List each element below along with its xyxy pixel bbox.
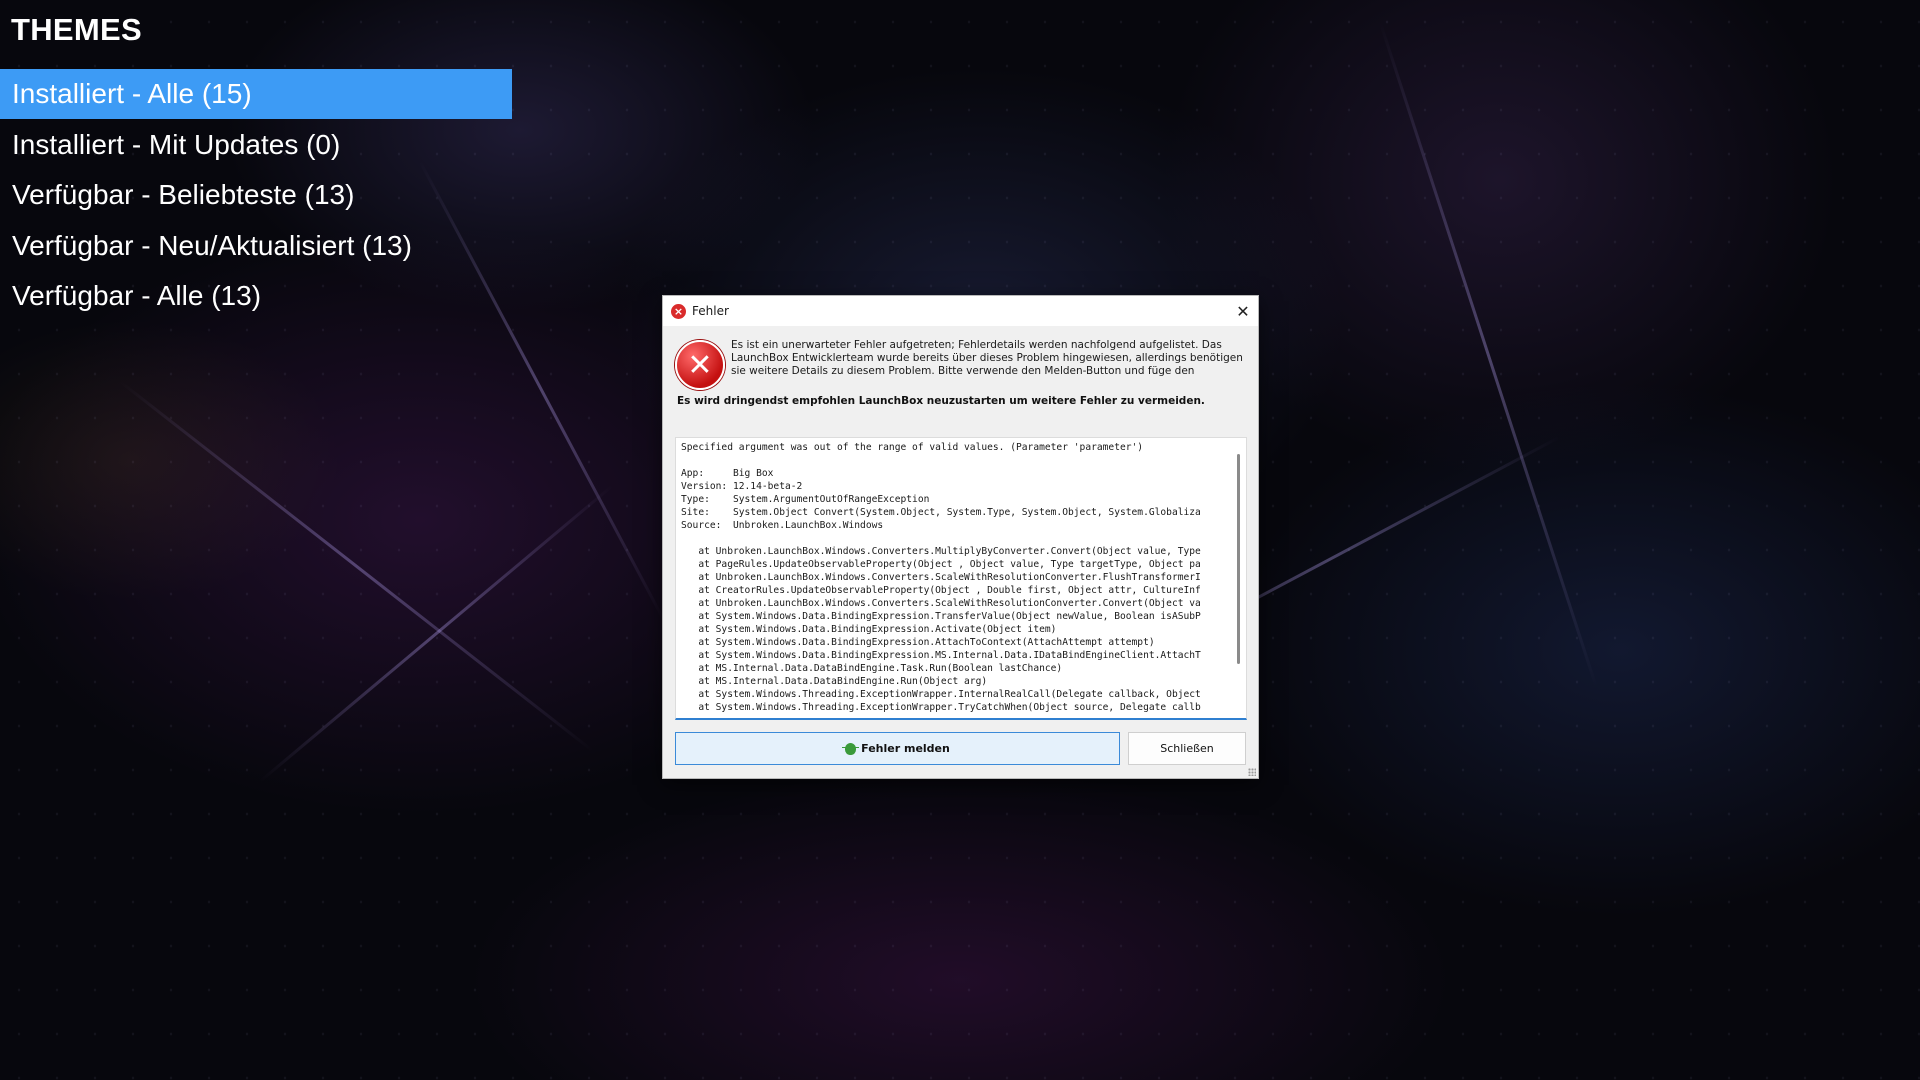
menu-item-label: Installiert - Mit Updates (0) — [12, 128, 341, 160]
error-icon: ✕ — [675, 340, 725, 390]
report-error-label: Fehler melden — [861, 742, 950, 755]
error-dialog: × Fehler ✕ ✕ Es ist ein unerwarteter Feh… — [662, 295, 1259, 779]
error-icon: × — [671, 303, 686, 319]
close-button-label: Schließen — [1160, 742, 1214, 755]
theme-filter-list: Installiert - Alle (15) Installiert - Mi… — [0, 69, 512, 322]
menu-item-available-new[interactable]: Verfügbar - Neu/Aktualisiert (13) — [0, 221, 512, 271]
dialog-titlebar[interactable]: × Fehler ✕ — [663, 296, 1258, 326]
error-intro-text: Es ist ein unerwarteter Fehler aufgetret… — [731, 339, 1243, 379]
details-scrollbar[interactable] — [1237, 454, 1240, 664]
menu-item-label: Verfügbar - Neu/Aktualisiert (13) — [12, 229, 412, 261]
menu-item-available-popular[interactable]: Verfügbar - Beliebteste (13) — [0, 170, 512, 220]
page-title: THEMES — [11, 12, 142, 47]
menu-item-installed-all[interactable]: Installiert - Alle (15) — [0, 69, 512, 119]
bug-icon — [842, 742, 860, 755]
menu-item-label: Installiert - Alle (15) — [12, 78, 252, 109]
report-error-button[interactable]: Fehler melden — [675, 732, 1120, 765]
menu-item-label: Verfügbar - Beliebteste (13) — [12, 179, 355, 211]
menu-item-label: Verfügbar - Alle (13) — [12, 280, 262, 312]
menu-item-available-all[interactable]: Verfügbar - Alle (13) — [0, 271, 512, 321]
restart-warning: Es wird dringendst empfohlen LaunchBox n… — [677, 395, 1205, 407]
error-details-box[interactable]: Specified argument was out of the range … — [675, 437, 1247, 720]
close-icon[interactable]: ✕ — [1228, 296, 1258, 326]
error-details-text: Specified argument was out of the range … — [681, 442, 1201, 713]
dialog-title: Fehler — [692, 304, 729, 318]
close-button[interactable]: Schließen — [1128, 732, 1246, 765]
menu-item-installed-updates[interactable]: Installiert - Mit Updates (0) — [0, 120, 512, 170]
resize-grip[interactable] — [1248, 768, 1256, 776]
